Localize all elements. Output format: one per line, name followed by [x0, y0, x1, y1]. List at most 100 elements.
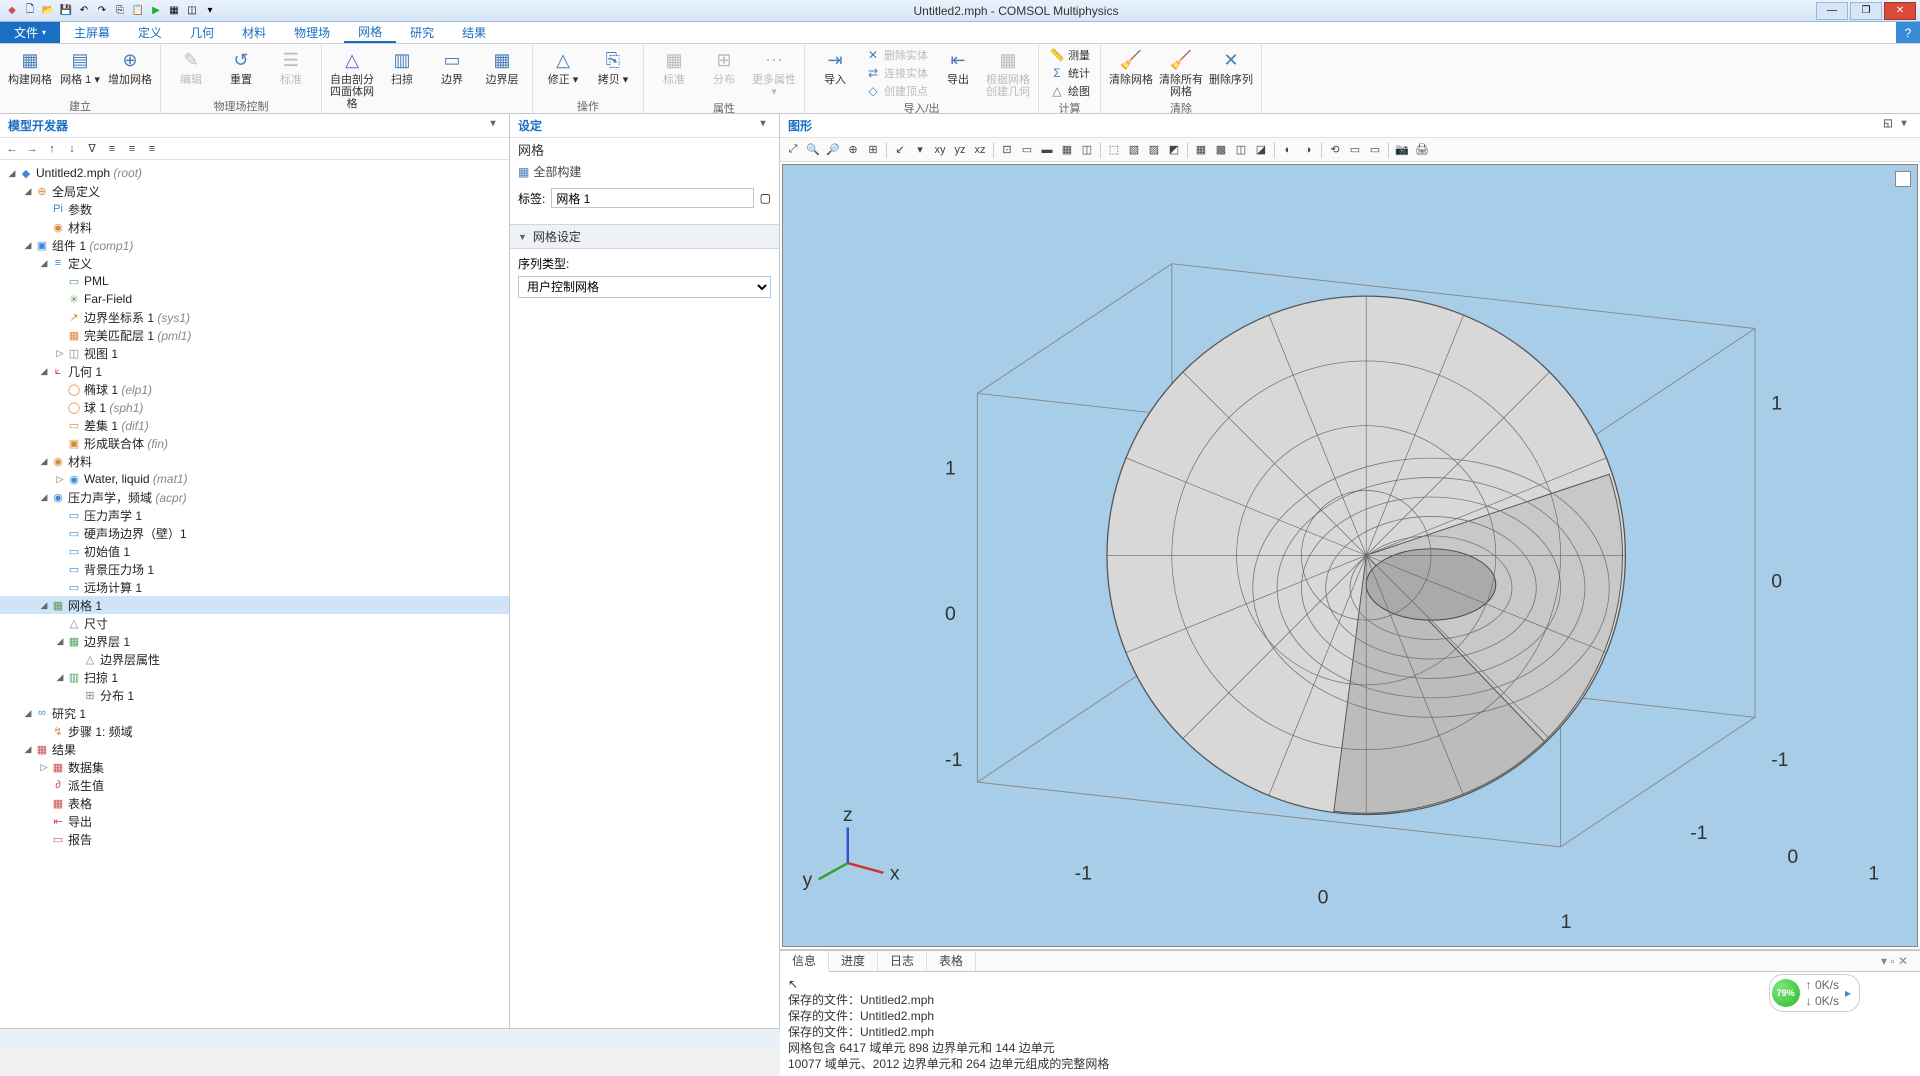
- gfx-toolbar-btn-9[interactable]: yz: [951, 141, 969, 159]
- gfx-toolbar-btn-25[interactable]: ◫: [1232, 141, 1250, 159]
- gfx-toolbar-btn-36[interactable]: 🖨: [1413, 141, 1431, 159]
- mb-toolbar-btn-2[interactable]: ↑: [44, 141, 60, 157]
- ribbon-btn-2-0[interactable]: △自由剖分四面体网格: [328, 46, 376, 112]
- maximize-button[interactable]: ❐: [1850, 2, 1882, 20]
- ribbon-tab-0[interactable]: 主屏幕: [60, 22, 124, 43]
- label-toggle-icon[interactable]: ▢: [760, 191, 771, 205]
- message-tab-3[interactable]: 表格: [927, 951, 976, 971]
- ribbon-tab-4[interactable]: 物理场: [280, 22, 344, 43]
- ribbon-btn-2-1[interactable]: ▥扫掠: [378, 46, 426, 88]
- tree-node-27[interactable]: △边界层属性: [0, 650, 509, 668]
- gfx-toolbar-btn-6[interactable]: ↙: [891, 141, 909, 159]
- seqtype-select[interactable]: 用户控制网格: [518, 276, 771, 298]
- tree-node-36[interactable]: ⇤导出: [0, 812, 509, 830]
- help-button[interactable]: ?: [1896, 22, 1920, 43]
- tree-node-1[interactable]: ◢⊕全局定义: [0, 182, 509, 200]
- qat-undo-icon[interactable]: ↶: [76, 3, 92, 19]
- tree-node-19[interactable]: ▭压力声学 1: [0, 506, 509, 524]
- mb-toolbar-btn-0[interactable]: ←: [4, 141, 20, 157]
- gfx-toolbar-btn-28[interactable]: ◐: [1279, 141, 1297, 159]
- tree-node-0[interactable]: ◢◆Untitled2.mph (root): [0, 164, 509, 182]
- tree-node-24[interactable]: ◢▦网格 1: [0, 596, 509, 614]
- ribbon-btn-6-0-1[interactable]: Σ统计: [1045, 64, 1094, 82]
- network-expand-icon[interactable]: ▸: [1845, 985, 1851, 1001]
- gfx-toolbar-btn-7[interactable]: ▾: [911, 141, 929, 159]
- qat-open-icon[interactable]: 📂: [40, 3, 56, 19]
- gfx-toolbar-btn-19[interactable]: ▧: [1125, 141, 1143, 159]
- tree-node-32[interactable]: ◢▦结果: [0, 740, 509, 758]
- ribbon-btn-6-0-2[interactable]: △绘图: [1045, 82, 1094, 100]
- tree-node-28[interactable]: ◢▥扫掠 1: [0, 668, 509, 686]
- gfx-toolbar-btn-21[interactable]: ◩: [1165, 141, 1183, 159]
- tree-node-21[interactable]: ▭初始值 1: [0, 542, 509, 560]
- gfx-toolbar-btn-35[interactable]: 📷: [1393, 141, 1411, 159]
- ribbon-btn-3-1[interactable]: ⎘拷贝 ▾: [589, 46, 637, 88]
- tree-node-25[interactable]: △尺寸: [0, 614, 509, 632]
- qat-save-icon[interactable]: 💾: [58, 3, 74, 19]
- gfx-toolbar-btn-33[interactable]: ▭: [1366, 141, 1384, 159]
- gfx-toolbar-btn-3[interactable]: ⊕: [844, 141, 862, 159]
- gfx-toolbar-btn-0[interactable]: ⤢: [784, 141, 802, 159]
- qat-build-icon[interactable]: ▦: [166, 3, 182, 19]
- mb-toolbar-btn-6[interactable]: ≡: [124, 141, 140, 157]
- gfx-toolbar-btn-12[interactable]: ⊡: [998, 141, 1016, 159]
- ribbon-btn-0-2[interactable]: ⊕增加网格: [106, 46, 154, 88]
- tree-node-15[interactable]: ▣形成联合体 (fin): [0, 434, 509, 452]
- ribbon-btn-6-0-0[interactable]: 📏测量: [1045, 46, 1094, 64]
- gfx-toolbar-btn-31[interactable]: ⟲: [1326, 141, 1344, 159]
- message-tab-2[interactable]: 日志: [878, 951, 927, 971]
- minimize-button[interactable]: —: [1816, 2, 1848, 20]
- panel-menu-icon[interactable]: ▾: [485, 118, 501, 134]
- tree-node-9[interactable]: ▦完美匹配层 1 (pml1): [0, 326, 509, 344]
- qat-comsol-icon[interactable]: ◆: [4, 3, 20, 19]
- ribbon-btn-1-1[interactable]: ↺重置: [217, 46, 265, 88]
- gfx-toolbar-btn-26[interactable]: ◪: [1252, 141, 1270, 159]
- ribbon-btn-2-3[interactable]: ▦边界层: [478, 46, 526, 88]
- gfx-toolbar-btn-16[interactable]: ◫: [1078, 141, 1096, 159]
- message-tab-1[interactable]: 进度: [829, 951, 878, 971]
- ribbon-tab-3[interactable]: 材料: [228, 22, 280, 43]
- panel-menu-icon[interactable]: ▾ ▫ ✕: [1869, 951, 1920, 971]
- tree-node-17[interactable]: ▷◉Water, liquid (mat1): [0, 470, 509, 488]
- ribbon-tab-6[interactable]: 研究: [396, 22, 448, 43]
- panel-menu-icon[interactable]: ▾: [755, 118, 771, 134]
- tree-node-23[interactable]: ▭远场计算 1: [0, 578, 509, 596]
- mb-toolbar-btn-1[interactable]: →: [24, 141, 40, 157]
- gfx-toolbar-btn-14[interactable]: ▬: [1038, 141, 1056, 159]
- tree-node-14[interactable]: ▭差集 1 (dif1): [0, 416, 509, 434]
- mb-toolbar-btn-4[interactable]: ∇: [84, 141, 100, 157]
- gfx-toolbar-btn-1[interactable]: 🔍: [804, 141, 822, 159]
- qat-new-icon[interactable]: 🗋: [22, 3, 38, 19]
- ribbon-tab-1[interactable]: 定义: [124, 22, 176, 43]
- ribbon-tab-2[interactable]: 几何: [176, 22, 228, 43]
- gfx-toolbar-btn-23[interactable]: ▦: [1192, 141, 1210, 159]
- tree-node-20[interactable]: ▭硬声场边界（壁）1: [0, 524, 509, 542]
- tree-node-35[interactable]: ▦表格: [0, 794, 509, 812]
- ribbon-btn-5-0[interactable]: ⇥导入: [811, 46, 859, 88]
- ribbon-btn-3-0[interactable]: △修正 ▾: [539, 46, 587, 88]
- tree-node-2[interactable]: Pi参数: [0, 200, 509, 218]
- file-menu[interactable]: 文件: [0, 22, 60, 43]
- tree-node-33[interactable]: ▷▦数据集: [0, 758, 509, 776]
- gfx-toolbar-btn-13[interactable]: ▭: [1018, 141, 1036, 159]
- gfx-toolbar-btn-10[interactable]: xz: [971, 141, 989, 159]
- qat-redo-icon[interactable]: ↷: [94, 3, 110, 19]
- gfx-toolbar-btn-20[interactable]: ▨: [1145, 141, 1163, 159]
- tree-node-8[interactable]: ↗边界坐标系 1 (sys1): [0, 308, 509, 326]
- mesh-settings-section[interactable]: ▼ 网格设定: [510, 224, 779, 249]
- tree-node-37[interactable]: ▭报告: [0, 830, 509, 848]
- ribbon-btn-5-2[interactable]: ⇤导出: [934, 46, 982, 88]
- tree-node-3[interactable]: ◉材料: [0, 218, 509, 236]
- tree-node-11[interactable]: ◢⟀几何 1: [0, 362, 509, 380]
- graphics-canvas[interactable]: 1 0 -1 1 0 -1 -1 0 1 -1 0 1 x y: [782, 164, 1918, 947]
- ribbon-tab-7[interactable]: 结果: [448, 22, 500, 43]
- tree-node-5[interactable]: ◢≡定义: [0, 254, 509, 272]
- tree-node-26[interactable]: ◢▦边界层 1: [0, 632, 509, 650]
- tree-node-31[interactable]: ↯步骤 1: 频域: [0, 722, 509, 740]
- qat-more-icon[interactable]: ▾: [202, 3, 218, 19]
- mb-toolbar-btn-3[interactable]: ↓: [64, 141, 80, 157]
- gfx-toolbar-btn-24[interactable]: ▩: [1212, 141, 1230, 159]
- tree-node-12[interactable]: ◯椭球 1 (elp1): [0, 380, 509, 398]
- mb-toolbar-btn-7[interactable]: ≡: [144, 141, 160, 157]
- gfx-toolbar-btn-15[interactable]: ▦: [1058, 141, 1076, 159]
